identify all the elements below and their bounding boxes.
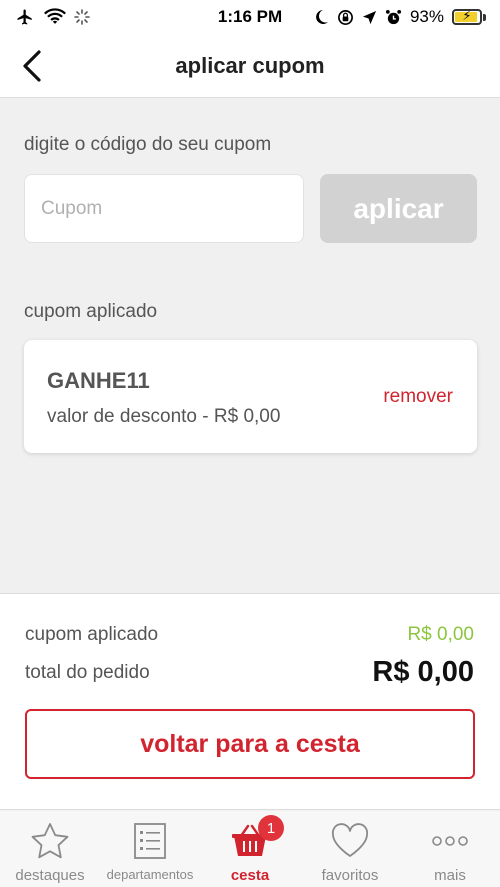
chevron-left-icon	[23, 50, 41, 82]
tab-label: departamentos	[106, 867, 194, 882]
location-arrow-icon	[362, 10, 377, 24]
summary-coupon-row: cupom aplicado R$ 0,00	[25, 624, 474, 646]
coupon-input[interactable]	[24, 174, 304, 243]
loading-spinner-icon	[74, 9, 90, 25]
star-icon	[31, 823, 69, 859]
wifi-icon	[44, 8, 66, 24]
status-right: 93% ⚡	[313, 7, 486, 27]
back-to-cart-button[interactable]: voltar para a cesta	[25, 709, 475, 779]
coupon-code: GANHE11	[47, 368, 150, 393]
airplane-icon	[17, 9, 32, 25]
coupon-code-label: digite o código do seu cupom	[24, 134, 272, 155]
tab-label: favoritos	[321, 867, 379, 884]
tab-departamentos[interactable]: departamentos	[100, 811, 200, 887]
summary-coupon-value: R$ 0,00	[407, 624, 474, 645]
discount-value: valor de desconto - R$ 0,00	[47, 406, 281, 427]
tab-mais[interactable]: mais	[400, 811, 500, 887]
summary-total-value: R$ 0,00	[372, 656, 474, 688]
summary-total-label: total do pedido	[25, 661, 150, 683]
applied-coupon-card: GANHE11 valor de desconto - R$ 0,00 remo…	[24, 340, 477, 453]
page-title: aplicar cupom	[175, 52, 325, 78]
moon-icon	[316, 10, 328, 24]
apply-button[interactable]: aplicar	[320, 174, 477, 243]
more-icon	[432, 836, 468, 846]
battery-percent: 93%	[409, 7, 444, 26]
tab-cesta[interactable]: 1 cesta	[200, 811, 300, 887]
summary-coupon-label: cupom aplicado	[25, 624, 159, 645]
summary-total-row: total do pedido R$ 0,00	[25, 656, 474, 689]
rotation-lock-icon	[338, 9, 353, 25]
tab-label: mais	[434, 867, 466, 884]
status-bar: 1:16 PM 93% ⚡	[0, 0, 500, 34]
heart-icon	[331, 823, 369, 857]
cart-badge: 1	[258, 815, 284, 841]
tab-label: cesta	[230, 867, 270, 884]
remove-coupon-button[interactable]: remover	[383, 386, 453, 408]
battery-icon: ⚡	[452, 8, 486, 25]
applied-coupon-label: cupom aplicado	[24, 301, 158, 322]
tab-bar: destaques departamentos 1 cesta favorito…	[0, 811, 500, 887]
back-button[interactable]	[10, 42, 54, 90]
order-summary: cupom aplicado R$ 0,00 total do pedido R…	[0, 593, 500, 810]
alarm-icon	[385, 9, 402, 24]
tab-destaques[interactable]: destaques	[0, 811, 100, 887]
tab-favoritos[interactable]: favoritos	[300, 811, 400, 887]
tab-label: destaques	[15, 867, 85, 884]
status-left	[14, 8, 90, 26]
list-icon	[134, 823, 166, 859]
header: aplicar cupom	[0, 34, 500, 98]
